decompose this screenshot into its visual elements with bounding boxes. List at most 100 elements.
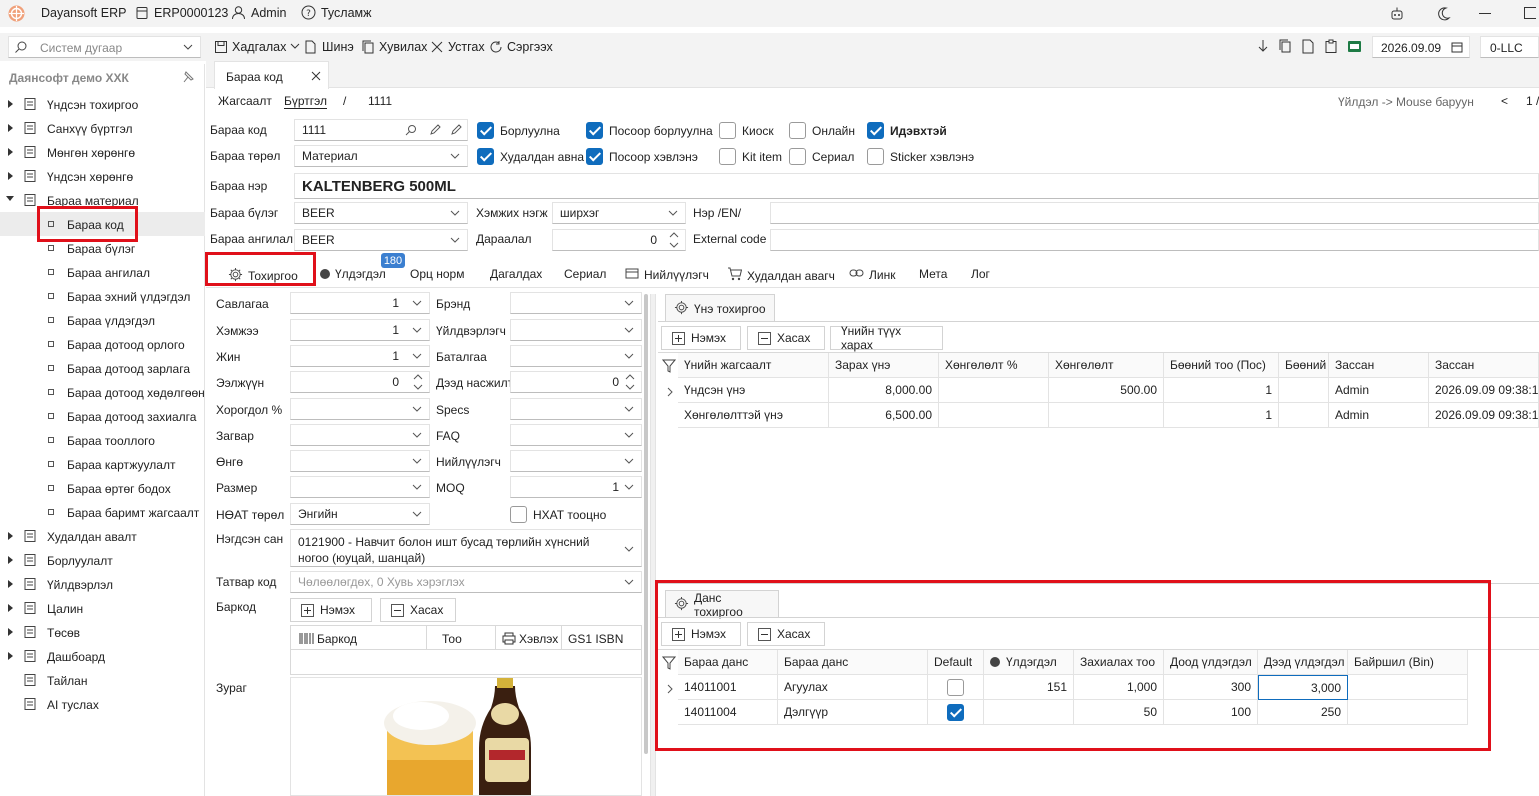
user-menu[interactable]: Admin: [231, 5, 286, 20]
sidebar-item-0[interactable]: Үндсэн тохиргоо: [0, 92, 205, 116]
sidebar-item-2[interactable]: Мөнгөн хөрөнгө: [0, 140, 205, 164]
clipboard-icon[interactable]: [1324, 39, 1338, 57]
delete-button[interactable]: Устгах: [429, 39, 485, 54]
price-col-1[interactable]: Зарах үнэ: [829, 353, 939, 378]
sidebar-item2-2[interactable]: Үйлдвэрлэл: [0, 572, 205, 596]
sidebar-subitem-5[interactable]: Бараа дотоод орлого: [0, 332, 205, 356]
prop-left-input-4[interactable]: [290, 398, 430, 420]
checkbox-7[interactable]: [719, 148, 736, 165]
sidebar-item2-6[interactable]: Тайлан: [0, 668, 205, 692]
price-cell[interactable]: 1: [1164, 403, 1279, 428]
pin-icon[interactable]: [182, 71, 194, 86]
tab-accessory[interactable]: Дагалдах: [490, 267, 542, 281]
barcode-add-button[interactable]: Нэмэх: [290, 598, 372, 622]
name-en-input[interactable]: [770, 202, 1539, 224]
stepper-icon[interactable]: [413, 373, 423, 394]
checkbox-6[interactable]: [586, 148, 603, 165]
tree-toggle-icon[interactable]: [8, 652, 13, 660]
sidebar-subitem-8[interactable]: Бараа дотоод захиалга: [0, 404, 205, 428]
prop-left-input-7[interactable]: [290, 476, 430, 498]
sidebar-item-3[interactable]: Үндсэн хөрөнгө: [0, 164, 205, 188]
prop-left-input-5[interactable]: [290, 424, 430, 446]
sidebar-item2-1[interactable]: Борлуулалт: [0, 548, 205, 572]
download-icon[interactable]: [1256, 39, 1270, 57]
tree-toggle-icon[interactable]: [8, 148, 13, 156]
prop-right-input-0[interactable]: [510, 292, 642, 314]
close-tab-icon[interactable]: [311, 70, 321, 84]
price-cell[interactable]: 500.00: [1049, 378, 1164, 403]
price-col-7[interactable]: Зассан: [1429, 353, 1539, 378]
checkbox-9[interactable]: [867, 148, 884, 165]
price-cell[interactable]: [939, 403, 1049, 428]
tab-log[interactable]: Лог: [971, 267, 990, 281]
price-col-5[interactable]: Бөөний үнэ (Пос): [1279, 353, 1329, 378]
tab-purchase[interactable]: Худалдан авагч: [727, 267, 835, 284]
minimize-icon[interactable]: [1479, 13, 1491, 14]
tab-supplier[interactable]: Нийлүүлэгч: [625, 267, 709, 283]
price-cell[interactable]: Admin: [1329, 403, 1429, 428]
price-cell[interactable]: [939, 378, 1049, 403]
robot-icon[interactable]: [1389, 6, 1405, 25]
excel-icon[interactable]: [1347, 39, 1362, 57]
sidebar-item2-4[interactable]: Төсөв: [0, 620, 205, 644]
sidebar-subitem-3[interactable]: Бараа эхний үлдэгдэл: [0, 284, 205, 308]
doc-tab-item-code[interactable]: Бараа код: [214, 61, 329, 89]
sidebar-subitem-9[interactable]: Бараа тооллого: [0, 428, 205, 452]
prev-page-button[interactable]: <: [1501, 94, 1508, 108]
checkbox-4[interactable]: [867, 122, 884, 139]
tree-toggle-icon[interactable]: [8, 556, 13, 564]
price-cell[interactable]: [1049, 403, 1164, 428]
order-stepper[interactable]: 0: [552, 229, 686, 251]
price-cell[interactable]: 8,000.00: [829, 378, 939, 403]
tree-toggle-icon[interactable]: [8, 172, 13, 180]
tree-toggle-icon[interactable]: [6, 196, 14, 201]
entry-link[interactable]: Бүртгэл: [284, 94, 328, 109]
price-cell[interactable]: Үндсэн үнэ: [678, 378, 829, 403]
sidebar-item2-0[interactable]: Худалдан авалт: [0, 524, 205, 548]
price-col-6[interactable]: Зассан: [1329, 353, 1429, 378]
prop-left-input-3[interactable]: 0: [290, 371, 430, 393]
tree-toggle-icon[interactable]: [8, 532, 13, 540]
price-col-2[interactable]: Хөнгөлөлт %: [939, 353, 1049, 378]
price-cell[interactable]: Admin: [1329, 378, 1429, 403]
prop-left-input-0[interactable]: 1: [290, 292, 430, 314]
tree-toggle-icon[interactable]: [8, 604, 13, 612]
price-cell[interactable]: [1279, 403, 1329, 428]
sidebar-subitem-4[interactable]: Бараа үлдэгдэл: [0, 308, 205, 332]
prop-right-input-7[interactable]: 1: [510, 476, 642, 498]
checkbox-3[interactable]: [789, 122, 806, 139]
checkbox-0[interactable]: [477, 122, 494, 139]
price-cell[interactable]: [1279, 378, 1329, 403]
price-add-button[interactable]: Нэмэх: [661, 326, 741, 350]
tab-bom[interactable]: Орц норм: [410, 267, 464, 281]
prop-right-input-4[interactable]: [510, 398, 642, 420]
hs-code-select[interactable]: 0121900 - Навчит болон ишт бусад төрлийн…: [290, 529, 642, 567]
search-icon[interactable]: [405, 124, 417, 139]
tree-toggle-icon[interactable]: [8, 100, 13, 108]
tax-code-select[interactable]: Чөлөөлөгдөх, 0 Хувь хэрэглэх: [290, 571, 642, 593]
maximize-icon[interactable]: [1524, 7, 1536, 19]
barcode-remove-button[interactable]: Хасах: [380, 598, 456, 622]
price-cell[interactable]: 2026.09.09 09:38:14: [1429, 403, 1539, 428]
stepper-icon[interactable]: [625, 373, 635, 394]
external-code-input[interactable]: [770, 229, 1539, 251]
price-col-3[interactable]: Хөнгөлөлт: [1049, 353, 1164, 378]
checkbox-1[interactable]: [586, 122, 603, 139]
prop-right-input-5[interactable]: [510, 424, 642, 446]
tab-link[interactable]: Линк: [849, 267, 895, 282]
copy-button[interactable]: Хувилах: [360, 39, 427, 54]
code-input[interactable]: 1111: [294, 119, 468, 141]
price-settings-tab[interactable]: Үнэ тохиргоо: [665, 294, 775, 322]
prop-left-input-1[interactable]: 1: [290, 319, 430, 341]
sidebar-subitem-11[interactable]: Бараа өртөг бодох: [0, 476, 205, 500]
date-picker[interactable]: 2026.09.09: [1372, 36, 1470, 58]
company-selector[interactable]: 0-LLC: [1480, 36, 1539, 58]
sidebar-subitem-10[interactable]: Бараа картжуулалт: [0, 452, 205, 476]
tree-toggle-icon[interactable]: [8, 628, 13, 636]
price-cell[interactable]: Хөнгөлөлттэй үнэ: [678, 403, 829, 428]
scrollbar[interactable]: [644, 294, 648, 754]
row-expand-icon[interactable]: [666, 386, 674, 400]
price-cell[interactable]: 6,500.00: [829, 403, 939, 428]
checkbox-5[interactable]: [477, 148, 494, 165]
prop-right-input-3[interactable]: 0: [510, 371, 642, 393]
